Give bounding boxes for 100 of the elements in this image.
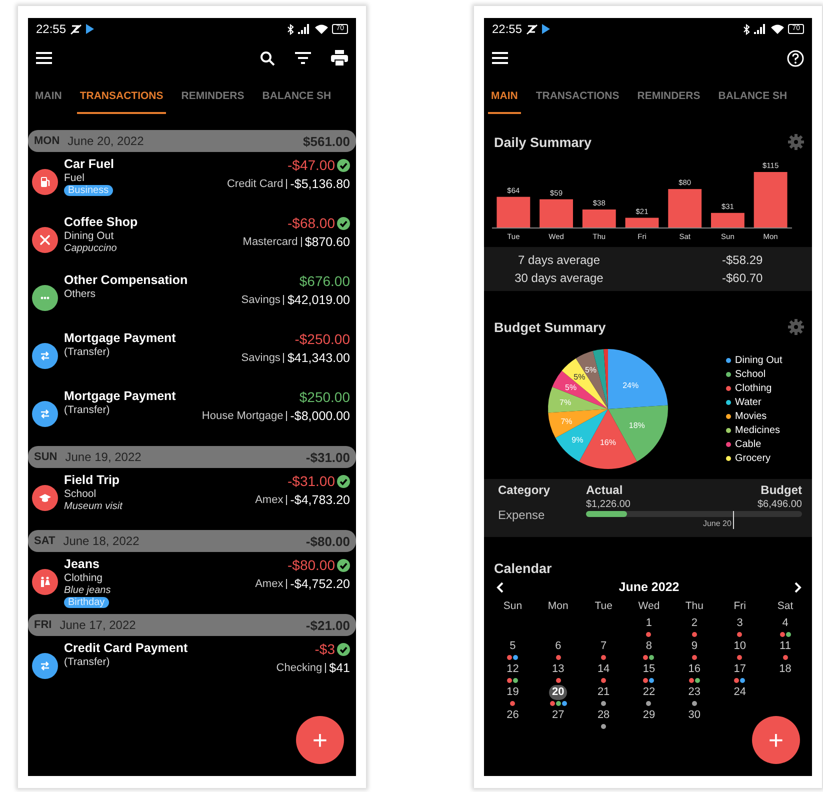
pie-percent-label: 18% [628,420,645,430]
tab[interactable]: BALANCE SH [259,76,334,114]
calendar-day[interactable]: 23 [685,685,704,700]
play-icon [542,24,550,34]
pie-percent-label: 24% [622,380,639,390]
average-value: -$60.70 [722,271,763,285]
settings-icon[interactable] [788,319,804,335]
calendar-day[interactable]: 29 [640,708,658,723]
calendar-day[interactable]: 21 [594,685,613,700]
legend-label: Clothing [735,382,772,394]
status-time: 22:55 [492,22,522,36]
filter-icon[interactable] [295,52,311,64]
calendar-day[interactable]: 11 [776,639,794,654]
menu-icon[interactable] [492,52,508,64]
column-header: Category [498,483,552,497]
pie-percent-label: 5% [585,365,597,374]
day-date: June 18, 2022 [63,534,140,548]
day-date: June 20, 2022 [68,134,144,148]
account-name: Savings [241,295,284,305]
tab[interactable]: REMINDERS [634,76,704,114]
legend-label: Cable [735,438,762,450]
weekday-label: Tue [594,599,614,614]
calendar-day[interactable]: 7 [594,639,613,654]
calendar-day[interactable]: 5 [504,639,522,654]
chevron-right-icon[interactable] [794,582,802,592]
calendar-day[interactable]: 17 [730,662,749,677]
average-label: 30 days average [514,271,604,285]
column-header: Actual [586,483,623,497]
legend-label: Grocery [735,452,771,464]
calendar-day[interactable]: 12 [504,662,522,677]
transaction-tag: Business [64,185,113,196]
pie-percent-label: 5% [565,383,577,392]
bluetooth-icon [287,24,294,34]
calendar-day[interactable]: 27 [549,708,568,723]
bar [754,172,788,228]
tab[interactable]: MAIN [32,76,65,114]
calendar-day[interactable]: 9 [685,639,704,654]
calendar-day[interactable]: 15 [640,662,658,677]
calendar-day[interactable]: 3 [730,616,749,631]
transaction-amount: -$68.00 [288,215,335,231]
transaction-title: Jeans [64,557,100,571]
settings-icon[interactable] [788,134,804,150]
calendar-day[interactable]: 2 [685,616,704,631]
account-name: Savings [241,353,284,363]
day-total: -$21.00 [306,618,350,632]
calendar-day[interactable]: 26 [504,708,522,723]
bar [582,210,616,228]
transaction-tag: Birthday [64,597,109,608]
calendar-day[interactable]: 24 [730,685,749,700]
account-name: Credit Card [226,179,288,189]
transaction-title: Coffee Shop [64,215,138,229]
calendar-day[interactable]: 16 [685,662,704,677]
calendar-day[interactable]: 10 [730,639,749,654]
calendar-day[interactable]: 20 [549,685,568,700]
account-balance: -$4,752.20 [290,577,350,591]
search-icon[interactable] [260,50,275,66]
account-name: Mastercard [242,237,302,247]
help-icon[interactable] [787,50,804,66]
tab[interactable]: REMINDERS [178,76,248,114]
chevron-left-icon[interactable] [496,582,504,592]
average-label: 7 days average [516,253,602,267]
day-weekday: SUN [34,451,58,463]
menu-icon[interactable] [36,52,52,64]
tab[interactable]: TRANSACTIONS [76,76,166,114]
calendar-day[interactable]: 19 [504,685,522,700]
account-name: Checking [276,663,326,673]
calendar-day[interactable]: 8 [640,639,658,654]
section-title: Budget Summary [494,320,606,334]
legend-label: School [735,368,766,380]
weekday-label: Fri [732,599,747,614]
account-balance: -$8,000.00 [290,409,350,423]
legend-label: Medicines [735,424,780,436]
transaction-amount: -$47.00 [288,157,335,173]
calendar-day[interactable]: 22 [640,685,658,700]
weekday-label: Sat [776,599,794,614]
play-icon [86,24,94,34]
legend-label: Water [735,396,762,408]
calendar-day[interactable]: 6 [549,639,568,654]
calendar-day[interactable]: 1 [640,616,658,631]
day-total: -$31.00 [306,450,350,464]
calendar-day[interactable]: 18 [776,662,794,677]
tab[interactable]: TRANSACTIONS [532,76,622,114]
bar [540,199,573,228]
transaction-amount: -$250.00 [294,331,350,347]
print-icon[interactable] [331,50,348,66]
calendar-day[interactable]: 28 [594,708,613,723]
calendar-month: June 2022 [618,580,680,594]
transaction-category: (Transfer) [64,404,110,416]
calendar-day[interactable]: 14 [594,662,613,677]
transaction-category: Fuel [64,172,84,184]
calendar-day[interactable]: 30 [685,708,704,723]
tab[interactable]: BALANCE SH [715,76,790,114]
calendar-day[interactable]: 13 [549,662,568,677]
day-weekday: FRI [34,619,52,631]
pie-percent-label: 7% [560,398,572,408]
legend-label: Dining Out [735,354,782,366]
account-balance: $42,019.00 [287,293,350,307]
budget-amount: $6,496.00 [758,499,802,510]
calendar-day[interactable]: 4 [776,616,794,631]
tab[interactable]: MAIN [488,76,521,114]
